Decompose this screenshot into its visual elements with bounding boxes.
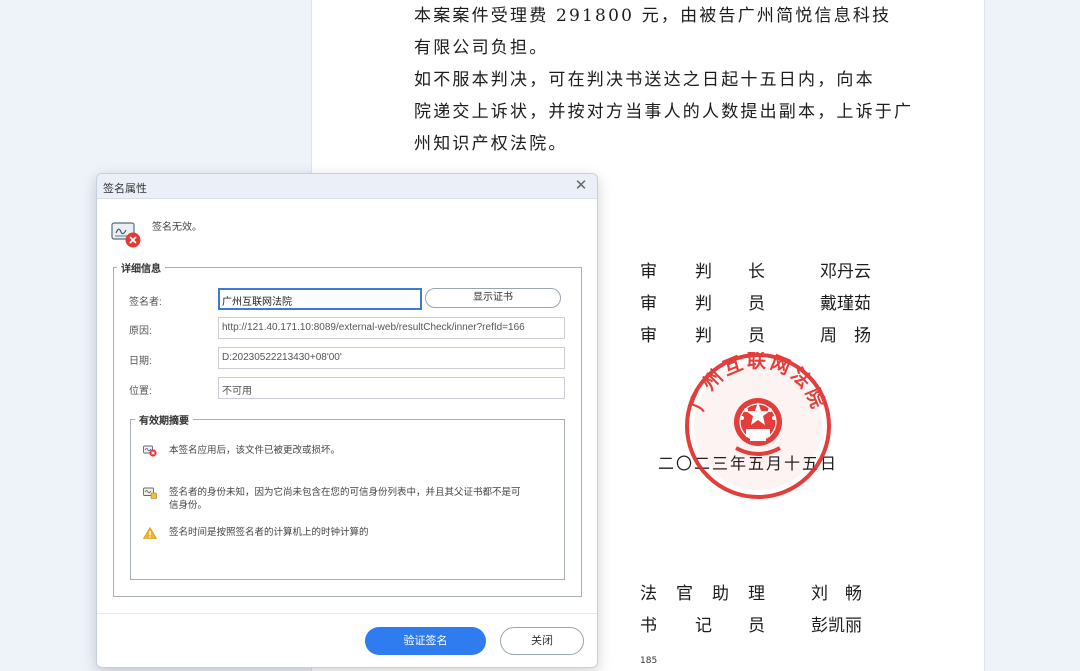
appeal-paragraph-line-1: 如不服本判决，可在判决书送达之日起十五日内，向本 — [414, 70, 875, 90]
location-label: 位置: — [129, 386, 152, 397]
reason-label: 原因: — [129, 326, 152, 337]
modified-document-message: 本签名应用后，该文件已被更改或损坏。 — [169, 445, 341, 456]
location-field[interactable]: 不可用 — [218, 377, 565, 399]
clerk-name: 彭凯丽 — [811, 616, 862, 636]
signer-field[interactable]: 广州互联网法院 — [218, 288, 422, 310]
judge-name: 邓丹云 — [820, 262, 871, 282]
fee-paragraph-line-1: 本案案件受理费 291800 元，由被告广州简悦信息科技 — [414, 6, 892, 26]
timestamp-warning-message: 签名时间是按照签名者的计算机上的时钟计算的 — [169, 527, 369, 538]
signature-properties-dialog: 签名属性 ✕ 签名无效。 详细信息 签名者: 广州互联网法院 显示证书 原因: … — [96, 173, 598, 668]
reason-field[interactable]: http://121.40.171.10:8089/external-web/r… — [218, 317, 565, 339]
judge-name: 戴瑾茹 — [820, 294, 871, 314]
close-button[interactable]: 关闭 — [500, 627, 584, 655]
unknown-identity-icon — [143, 487, 157, 499]
verify-signature-button[interactable]: 验证签名 — [365, 627, 486, 655]
unknown-identity-message-line-2: 信身份。 — [169, 500, 208, 511]
date-field[interactable]: D:20230522213430+08'00' — [218, 347, 565, 369]
details-legend: 详细信息 — [117, 260, 165, 275]
validity-summary-legend: 有效期摘要 — [135, 412, 193, 427]
fee-paragraph-line-2: 有限公司负担。 — [414, 38, 549, 58]
show-certificate-button[interactable]: 显示证书 — [425, 288, 561, 308]
unknown-identity-message-line-1: 签名者的身份未知，因为它尚未包含在您的可信身份列表中，并且其父证书都不是可 — [169, 487, 521, 498]
judge-name: 周 扬 — [820, 326, 871, 346]
signer-label: 签名者: — [129, 297, 162, 308]
close-icon[interactable]: ✕ — [573, 178, 589, 194]
dialog-title: 签名属性 — [103, 183, 147, 195]
appeal-paragraph-line-3: 州知识产权法院。 — [414, 134, 568, 154]
signature-status-text: 签名无效。 — [152, 222, 202, 233]
page-number: 185 — [640, 656, 658, 666]
court-seal: 广州互联网法院 — [685, 352, 831, 499]
dialog-titlebar[interactable]: 签名属性 ✕ — [97, 174, 597, 199]
footer-divider — [97, 613, 597, 614]
modified-document-icon — [143, 445, 157, 457]
date-label: 日期: — [129, 356, 152, 367]
invalid-signature-icon — [111, 222, 141, 248]
appeal-paragraph-line-2: 院递交上诉状，并按对方当事人的人数提出副本，上诉于广 — [414, 102, 914, 122]
warning-icon — [143, 527, 157, 539]
assistant-name: 刘 畅 — [811, 584, 862, 604]
